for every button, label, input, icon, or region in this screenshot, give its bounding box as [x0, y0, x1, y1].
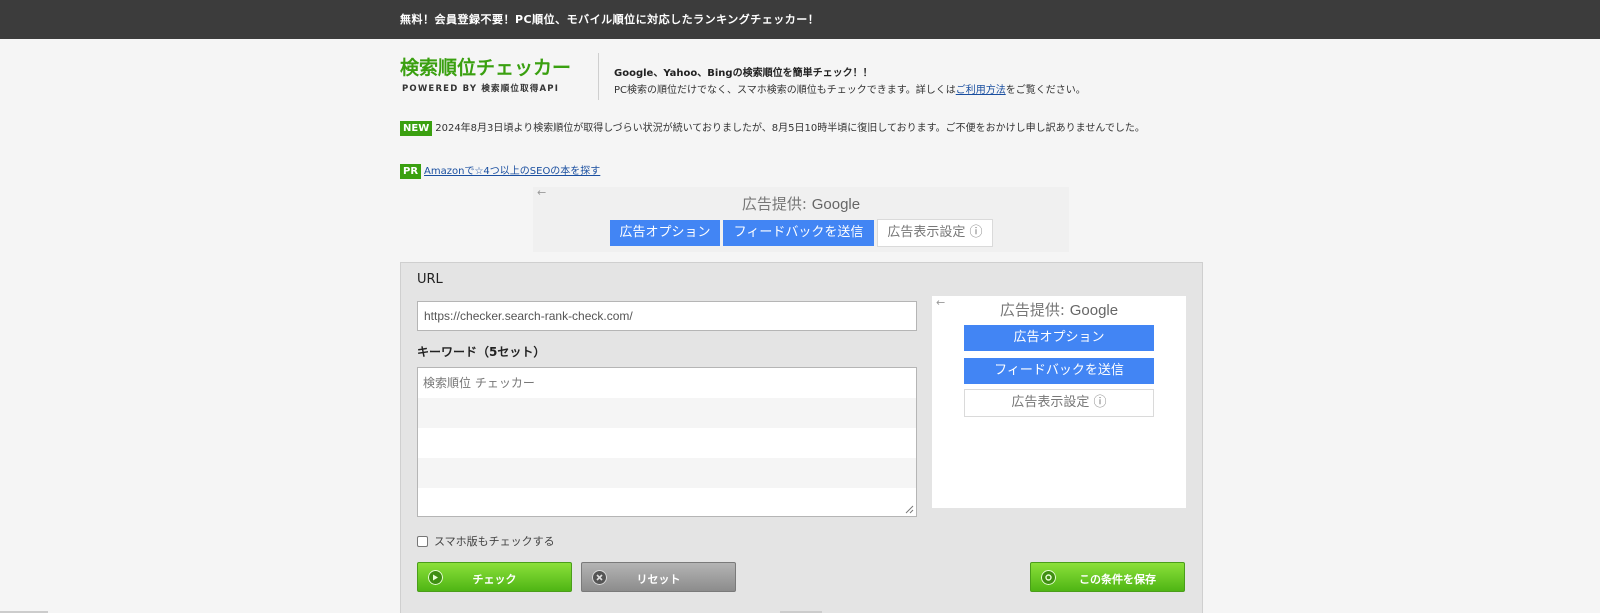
resize-grip-icon[interactable] — [905, 505, 914, 514]
ad-display-settings-button[interactable]: 広告表示設定 ⓘ — [877, 219, 993, 247]
ad-feedback-button[interactable]: フィードバックを送信 — [723, 220, 874, 246]
header-description: PC検索の順位だけでなく、スマホ検索の順位もチェックできます。詳しくはご利用方法… — [614, 81, 1086, 96]
usage-guide-link[interactable]: ご利用方法 — [956, 85, 1006, 96]
check-button[interactable]: チェック — [417, 562, 572, 592]
notice: NEW 2024年8月3日頃より検索順位が取得しづらい状況が続いておりましたが、8… — [400, 121, 1190, 136]
keyword-line — [418, 398, 916, 428]
site-logo-title[interactable]: 検索順位チェッカー — [400, 53, 571, 80]
header-description-title: Google、Yahoo、Bingの検索順位を簡単チェック！！ — [614, 68, 873, 79]
reset-button-label: リセット — [636, 573, 681, 586]
keyword-line — [418, 488, 916, 516]
keyword-line: 検索順位 チェッカー — [423, 376, 535, 390]
google-logo: Google — [1069, 302, 1119, 319]
keyword-label: キーワード（5セット） — [417, 345, 546, 359]
header-divider — [598, 53, 599, 100]
top-bar: 無料！会員登録不要！PC順位、モバイル順位に対応したランキングチェッカー！ — [0, 0, 1600, 39]
top-ad-area: ← 広告提供: Google 広告オプション フィードバックを送信 広告表示設定… — [533, 186, 1069, 252]
ad-provided-prefix: 広告提供: — [999, 301, 1070, 319]
pr-badge: PR — [400, 164, 422, 179]
keyword-line — [418, 428, 916, 458]
header-description-prefix: PC検索の順位だけでなく、スマホ検索の順位もチェックできます。詳しくは — [614, 85, 956, 96]
url-input[interactable] — [417, 301, 917, 331]
ad-feedback-button[interactable]: フィードバックを送信 — [964, 358, 1154, 384]
ad-options-button[interactable]: 広告オプション — [964, 325, 1154, 351]
rank-check-form: URL キーワード（5セット） 検索順位 チェッカー スマホ版もチェックする チ… — [400, 262, 1203, 613]
ad-provided-by: 広告提供: Google — [533, 193, 1069, 214]
side-ad-area: ← 広告提供: Google 広告オプション フィードバックを送信 広告表示設定… — [932, 296, 1186, 508]
new-badge: NEW — [400, 121, 433, 136]
pr-row: PR Amazonで☆4つ以上のSEOの本を探す — [400, 162, 600, 179]
reset-button[interactable]: リセット — [581, 562, 736, 592]
keyword-line — [418, 458, 916, 488]
ad-provided-prefix: 広告提供: — [741, 195, 812, 213]
smartphone-checkbox[interactable] — [417, 535, 428, 547]
smartphone-check-label: スマホ版もチェックする — [434, 535, 555, 548]
notice-text: 2024年8月3日頃より検索順位が取得しづらい状況が続いておりましたが、8月5日… — [435, 123, 1145, 134]
save-conditions-button-label: この条件を保存 — [1079, 573, 1156, 586]
ad-provided-by: 広告提供: Google — [932, 299, 1186, 320]
ad-options-button[interactable]: 広告オプション — [610, 220, 720, 246]
google-logo: Google — [811, 196, 861, 213]
top-bar-tagline: 無料！会員登録不要！PC順位、モバイル順位に対応したランキングチェッカー！ — [400, 13, 820, 26]
save-conditions-button[interactable]: この条件を保存 — [1030, 562, 1185, 592]
keyword-textarea[interactable]: 検索順位 チェッカー — [417, 367, 917, 517]
site-logo-subtitle: POWERED BY 検索順位取得API — [402, 84, 560, 94]
check-button-label: チェック — [472, 573, 517, 586]
amazon-seo-books-link[interactable]: Amazonで☆4つ以上のSEOの本を探す — [424, 166, 600, 177]
ad-display-settings-button[interactable]: 広告表示設定 ⓘ — [964, 389, 1154, 417]
smartphone-check-option[interactable]: スマホ版もチェックする — [417, 533, 555, 549]
url-label: URL — [417, 272, 443, 287]
header-description-suffix: をご覧ください。 — [1005, 85, 1086, 96]
